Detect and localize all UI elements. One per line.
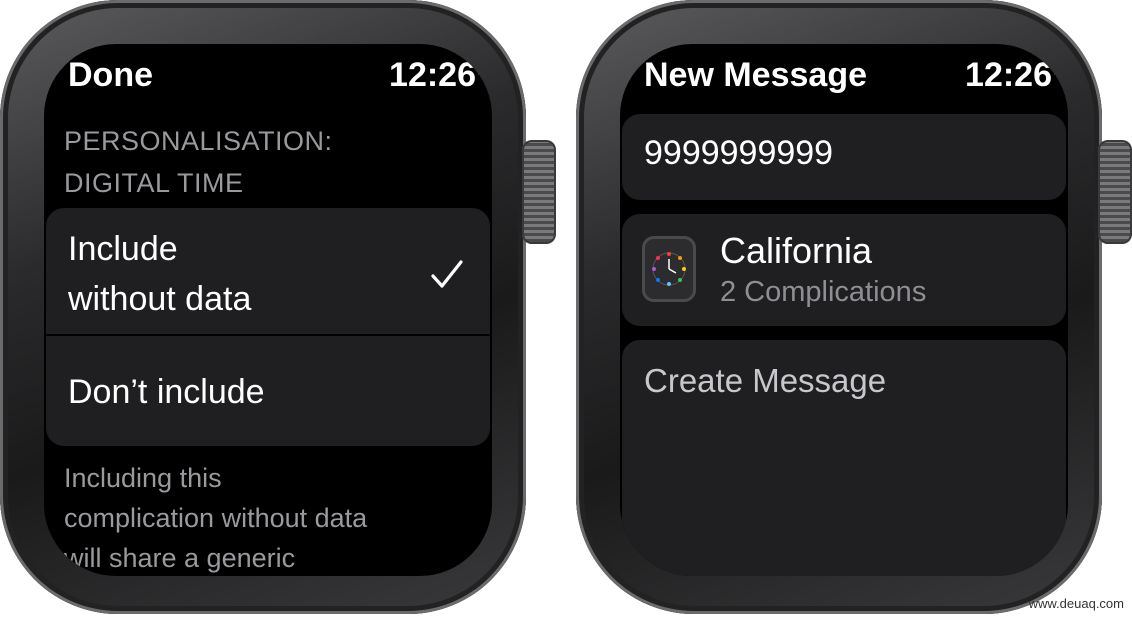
right-digital-crown[interactable] bbox=[1098, 140, 1132, 244]
footer-line3: will share a generic bbox=[64, 543, 296, 573]
watermark: www.deuaq.com bbox=[1028, 596, 1124, 611]
watch-face-icon bbox=[642, 236, 696, 302]
left-digital-crown[interactable] bbox=[522, 140, 556, 244]
option-dont-include[interactable]: Don’t include bbox=[46, 334, 490, 446]
create-message-label: Create Message bbox=[644, 362, 887, 399]
done-button[interactable]: Done bbox=[68, 56, 153, 95]
section-header: PERSONALISATION: DIGITAL TIME bbox=[64, 120, 333, 204]
section-header-line2: DIGITAL TIME bbox=[64, 168, 244, 198]
right-status-bar: New Message 12:26 bbox=[620, 56, 1068, 106]
checkmark-icon bbox=[430, 254, 464, 304]
options-group: Include without data Don’t include bbox=[46, 208, 490, 446]
new-message-title: New Message bbox=[644, 56, 867, 94]
option-include-line2: without data bbox=[68, 280, 252, 318]
section-header-line1: PERSONALISATION: bbox=[64, 126, 333, 156]
recipient-number: 9999999999 bbox=[644, 134, 834, 172]
watch-face-attachment[interactable]: California 2 Complications bbox=[622, 214, 1066, 326]
right-watch-screen: New Message 12:26 9999999999 California … bbox=[620, 44, 1068, 576]
right-watch-case: New Message 12:26 9999999999 California … bbox=[576, 0, 1102, 614]
screenshot-stage: Done 12:26 PERSONALISATION: DIGITAL TIME… bbox=[0, 0, 1132, 617]
footer-line2: complication without data bbox=[64, 503, 368, 533]
left-watch-screen: Done 12:26 PERSONALISATION: DIGITAL TIME… bbox=[44, 44, 492, 576]
face-name: California bbox=[720, 230, 873, 271]
left-watch-case: Done 12:26 PERSONALISATION: DIGITAL TIME… bbox=[0, 0, 526, 614]
option-include-line1: Include bbox=[68, 230, 178, 268]
left-status-bar: Done 12:26 bbox=[44, 56, 492, 106]
footer-description: Including this complication without data… bbox=[64, 458, 484, 576]
clock-time: 12:26 bbox=[965, 56, 1052, 94]
face-detail: 2 Complications bbox=[720, 276, 927, 308]
clock-time: 12:26 bbox=[389, 56, 476, 94]
create-message-field[interactable]: Create Message bbox=[622, 340, 1066, 576]
footer-line1: Including this bbox=[64, 463, 222, 493]
recipient-field[interactable]: 9999999999 bbox=[622, 114, 1066, 200]
option-dont-include-label: Don’t include bbox=[68, 373, 265, 411]
option-include-without-data[interactable]: Include without data bbox=[46, 208, 490, 334]
